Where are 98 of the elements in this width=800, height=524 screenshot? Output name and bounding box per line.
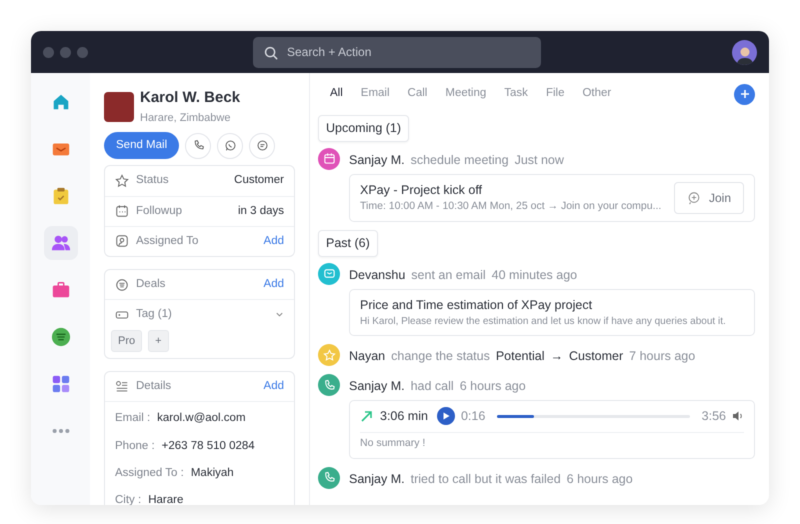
star-icon bbox=[322, 348, 336, 362]
field-label: Phone : bbox=[115, 438, 155, 454]
status-value: Potential bbox=[496, 348, 544, 366]
email-preview: Hi Karol, Please review the estimation and let us know if have any queries about it. bbox=[360, 315, 727, 330]
section-label: Details bbox=[136, 379, 172, 394]
field-label: Email : bbox=[115, 411, 150, 426]
join-button[interactable]: Join bbox=[674, 182, 744, 214]
field-label: Status bbox=[136, 173, 170, 188]
add-button[interactable] bbox=[734, 84, 755, 104]
arrow-up-right-icon bbox=[360, 409, 374, 424]
message-icon bbox=[256, 139, 269, 152]
star-icon bbox=[115, 174, 129, 188]
play-icon bbox=[442, 412, 450, 420]
briefcase-icon bbox=[50, 280, 70, 300]
activity-action: tried to call but it was failed bbox=[410, 470, 561, 488]
add-tag-button[interactable]: + bbox=[148, 330, 169, 352]
contact-name: Karol W. Beck bbox=[140, 88, 240, 108]
activity-action: had call bbox=[410, 378, 454, 396]
people-icon bbox=[50, 233, 70, 253]
more-icon bbox=[50, 428, 70, 434]
window-control-dot[interactable] bbox=[60, 46, 71, 58]
tab[interactable]: All bbox=[330, 85, 343, 103]
field-value: karol.w@aol.com bbox=[157, 411, 246, 426]
chat-bubble-icon bbox=[686, 190, 701, 205]
email-subject: Price and Time estimation of XPay project bbox=[360, 296, 594, 314]
search-field[interactable]: Search + Action bbox=[253, 36, 541, 68]
event-title: XPay - Project kick off bbox=[360, 182, 484, 199]
plus-icon bbox=[740, 89, 750, 99]
call-duration: 3:06 min bbox=[380, 408, 428, 425]
send-mail-button[interactable]: Send Mail bbox=[104, 132, 180, 160]
section-label: Tag (1) bbox=[136, 307, 173, 322]
user-avatar[interactable] bbox=[732, 40, 757, 64]
tab[interactable]: Other bbox=[582, 85, 612, 103]
field-value: Makiyah bbox=[190, 466, 234, 481]
contact-location: Harare, Zimbabwe bbox=[140, 110, 232, 126]
author-name: Sanjay M. bbox=[349, 470, 405, 488]
field-value: +263 78 510 0284 bbox=[162, 438, 255, 454]
photo-placeholder bbox=[104, 92, 134, 122]
home-icon bbox=[50, 92, 70, 112]
tab[interactable]: Call bbox=[408, 85, 428, 103]
event-details: Time: 10:00 AM - 10:30 AM Mon, 25 oct → Join on your compu... bbox=[360, 199, 662, 214]
phone-icon bbox=[322, 471, 336, 484]
author-name: Devanshu bbox=[349, 266, 406, 284]
chevron-down-icon bbox=[275, 310, 284, 320]
activity-time: Just now bbox=[514, 152, 564, 169]
activity-time: 7 hours ago bbox=[629, 348, 696, 366]
phone-icon bbox=[322, 378, 336, 392]
tag-chip[interactable]: Pro bbox=[111, 330, 142, 352]
tab[interactable]: Task bbox=[504, 85, 528, 103]
total-time: 3:56 bbox=[702, 408, 726, 425]
author-name: Sanjay M. bbox=[349, 378, 405, 396]
list-icon bbox=[50, 327, 70, 347]
add-link[interactable]: Add bbox=[264, 276, 284, 294]
grid-icon bbox=[50, 374, 70, 394]
field-label: Assigned To : bbox=[115, 466, 184, 481]
activity-action: sent an email bbox=[411, 266, 486, 284]
add-link[interactable]: Add bbox=[264, 378, 284, 396]
section-label: Deals bbox=[136, 277, 166, 292]
elapsed-time: 0:16 bbox=[460, 408, 486, 425]
field-value: in 3 days bbox=[238, 204, 284, 218]
field-value: Customer bbox=[234, 173, 284, 188]
window-control-dot[interactable] bbox=[43, 46, 54, 58]
tab[interactable]: Email bbox=[360, 85, 390, 103]
window-control-dot[interactable] bbox=[77, 46, 88, 58]
activity-action: schedule meeting bbox=[410, 152, 509, 169]
arrow: → bbox=[550, 348, 563, 366]
whatsapp-button[interactable] bbox=[217, 132, 244, 159]
status-value: Customer bbox=[568, 348, 624, 366]
tab[interactable]: File bbox=[546, 85, 564, 103]
envelope-icon bbox=[322, 267, 336, 280]
volume-icon bbox=[732, 410, 744, 422]
phone-button[interactable] bbox=[185, 132, 212, 159]
calendar-icon bbox=[115, 204, 129, 218]
list-icon bbox=[115, 278, 129, 292]
calendar-icon bbox=[322, 152, 336, 166]
person-icon bbox=[115, 234, 129, 248]
activity-time: 6 hours ago bbox=[460, 378, 526, 396]
nav-item[interactable] bbox=[44, 226, 78, 260]
play-button[interactable] bbox=[436, 407, 455, 426]
section-heading: Past (6) bbox=[318, 230, 378, 257]
tab[interactable]: Meeting bbox=[445, 85, 486, 103]
activity-time: 40 minutes ago bbox=[492, 266, 578, 284]
field-label: Assigned To bbox=[136, 234, 200, 249]
progress-fill[interactable] bbox=[497, 414, 534, 418]
search-icon bbox=[264, 46, 278, 60]
add-link[interactable]: Add bbox=[264, 232, 284, 250]
author-name: Sanjay M. bbox=[349, 152, 405, 169]
activity-time: 6 hours ago bbox=[566, 470, 633, 488]
chat-bubble-icon bbox=[224, 139, 237, 152]
list-icon bbox=[115, 380, 129, 394]
activity-action: change the status bbox=[391, 348, 490, 366]
chat-button[interactable] bbox=[249, 132, 276, 159]
section-heading: Upcoming (1) bbox=[318, 115, 410, 142]
field-value: Harare bbox=[148, 493, 184, 505]
clipboard-icon bbox=[50, 186, 70, 206]
field-label: Followup bbox=[136, 204, 184, 218]
author-name: Nayan bbox=[349, 348, 386, 366]
call-summary: No summary ! bbox=[360, 436, 426, 451]
